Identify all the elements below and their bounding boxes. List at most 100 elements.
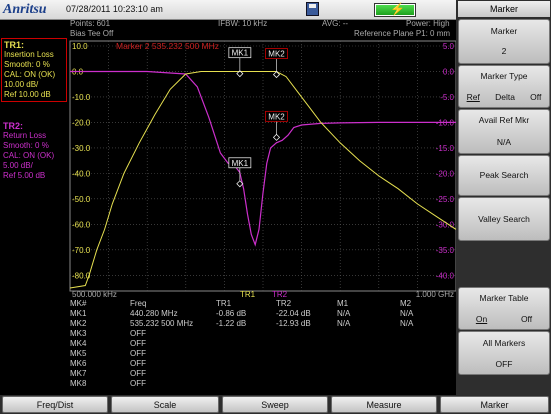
brand-logo: Anritsu [3,2,47,17]
tr1-line: CAL: ON (OK) [4,70,56,79]
marker-table-cell: N/A [337,309,351,318]
marker-table-row: MK3 OFF [68,329,456,339]
marker-table-cell: MK8 [70,379,87,388]
marker-key[interactable]: Marker [440,396,549,413]
tr1-tag: TR1 [240,290,256,299]
x-start-label: 500.000 kHz [72,290,117,299]
marker-table-cell: OFF [130,329,146,338]
marker-table-cell: MK5 [70,349,87,358]
avail-ref-mkr-button[interactable]: Avail Ref Mkr N/A [458,109,550,154]
marker-table-cell: N/A [400,319,414,328]
right-tick-label: -40.0 [436,271,455,280]
tr1-line: Insertion Loss [4,50,54,59]
softkey-panel: Marker Marker 2 Marker Type Ref Delta Of… [456,0,551,395]
marker-table-cell: 535.232 500 MHz [130,319,194,328]
right-tick-label: -25.0 [436,195,455,204]
marker-type-delta[interactable]: Delta [495,92,515,102]
col-header: MK# [70,299,87,308]
active-marker-readout: Marker 2 535.232 500 MHz [116,41,219,51]
tr1-line: 10.00 dB/ [4,80,39,89]
tr1-info[interactable]: TR1: Insertion Loss Smooth: 0 % CAL: ON … [1,38,67,102]
marker-table-cell: -1.22 dB [216,319,247,328]
x-stop-label: 1.000 GHz [416,290,454,299]
avail-ref-value: N/A [496,137,512,147]
tr2-line: Ref 5.00 dB [3,171,46,180]
marker-label: Marker [490,26,518,36]
right-tick-label: -15.0 [436,144,455,153]
marker-type-ref[interactable]: Ref [467,92,480,102]
measure-key[interactable]: Measure [331,396,437,413]
right-tick-label: -5.0 [440,93,454,102]
save-icon[interactable] [306,2,319,16]
right-tick-label: -30.0 [436,220,455,229]
sweep-key[interactable]: Sweep [222,396,328,413]
tr2-line: Smooth: 0 % [3,141,49,150]
marker-table-cell: OFF [130,379,146,388]
marker-table-cell: MK3 [70,329,87,338]
tr2-line: CAL: ON (OK) [3,151,55,160]
right-tick-label: -20.0 [436,169,455,178]
marker-table-cell: MK1 [70,309,87,318]
marker-table-row: MK7 OFF [68,369,456,379]
function-key-bar: Freq/Dist Scale Sweep Measure Marker [0,395,551,414]
battery-icon: ⚡ [374,2,416,17]
col-header: Freq [130,299,147,308]
scale-key[interactable]: Scale [111,396,219,413]
marker-type-off[interactable]: Off [530,92,541,102]
tr2-info[interactable]: TR2: Return Loss Smooth: 0 % CAL: ON (OK… [1,120,67,182]
tr1-line: Smooth: 0 % [4,60,50,69]
col-header: TR2 [276,299,292,308]
blank-softkey [458,242,550,286]
valley-search-button[interactable]: Valley Search [458,197,550,241]
col-header: M1 [337,299,349,308]
left-tick-label: -30.0 [72,144,91,153]
marker-value: 2 [501,46,507,56]
marker-table-cell: OFF [130,339,146,348]
marker-table-on[interactable]: On [476,314,487,324]
all-markers-label: All Markers [482,338,526,348]
left-tick-label: -50.0 [72,195,91,204]
marker-table-cell: OFF [130,349,146,358]
col-header: TR1 [216,299,232,308]
marker-table-row: MK2 535.232 500 MHz -1.22 dB -12.93 dB N/A N/… [68,319,456,329]
marker-label: MK2 [268,50,285,59]
marker-table-button[interactable]: Marker Table On Off [458,287,550,330]
title-bar: Anritsu 07/28/2011 10:23:10 am ⚡ [0,0,456,20]
peak-search-label: Peak Search [479,170,529,180]
right-tick-label: -35.0 [436,246,455,255]
left-tick-label: 10.0 [72,42,88,51]
right-tick-label: 5.0 [443,42,455,51]
softkey-menu-title: Marker [458,1,550,17]
freq-dist-key[interactable]: Freq/Dist [2,396,108,413]
marker-table-row: MK1 440.280 MHz -0.86 dB -22.04 dB N/A N/A [68,309,456,319]
marker-table-cell: MK4 [70,339,87,348]
marker-table-cell: 440.280 MHz [130,309,178,318]
marker-table-off[interactable]: Off [521,314,532,324]
tr1-line: Ref 10.00 dB [4,90,51,99]
left-tick-label: -70.0 [72,246,91,255]
marker-type-label: Marker Type [480,71,528,81]
marker-table-cell: N/A [337,319,351,328]
marker-label: MK1 [232,49,249,58]
measurement-graph[interactable]: 10.0 0.0 -10.0 -20.0 -30.0 -40.0 -50.0 -60.0 -70… [0,20,456,300]
marker-table-row: MK8 OFF [68,379,456,389]
left-tick-label: -40.0 [72,169,91,178]
tr2-title: TR2: [3,121,23,131]
marker-table-cell: MK6 [70,359,87,368]
marker-table-cell: OFF [130,359,146,368]
marker-select-button[interactable]: Marker 2 [458,19,550,64]
avail-ref-label: Avail Ref Mkr [478,115,530,125]
marker-table-row: MK5 OFF [68,349,456,359]
marker-table-cell: OFF [130,369,146,378]
peak-search-button[interactable]: Peak Search [458,155,550,196]
datetime: 07/28/2011 10:23:10 am [66,4,163,14]
all-markers-value: OFF [495,359,513,369]
all-markers-button[interactable]: All Markers OFF [458,331,550,375]
left-tick-label: -60.0 [72,220,91,229]
right-tick-label: 0.0 [443,67,455,76]
tr2-line: 5.00 dB/ [3,161,33,170]
col-header: M2 [400,299,412,308]
marker-table-cell: -0.86 dB [216,309,247,318]
marker-table-header: MK# Freq TR1 TR2 M1 M2 [68,299,456,309]
marker-type-button[interactable]: Marker Type Ref Delta Off [458,65,550,108]
